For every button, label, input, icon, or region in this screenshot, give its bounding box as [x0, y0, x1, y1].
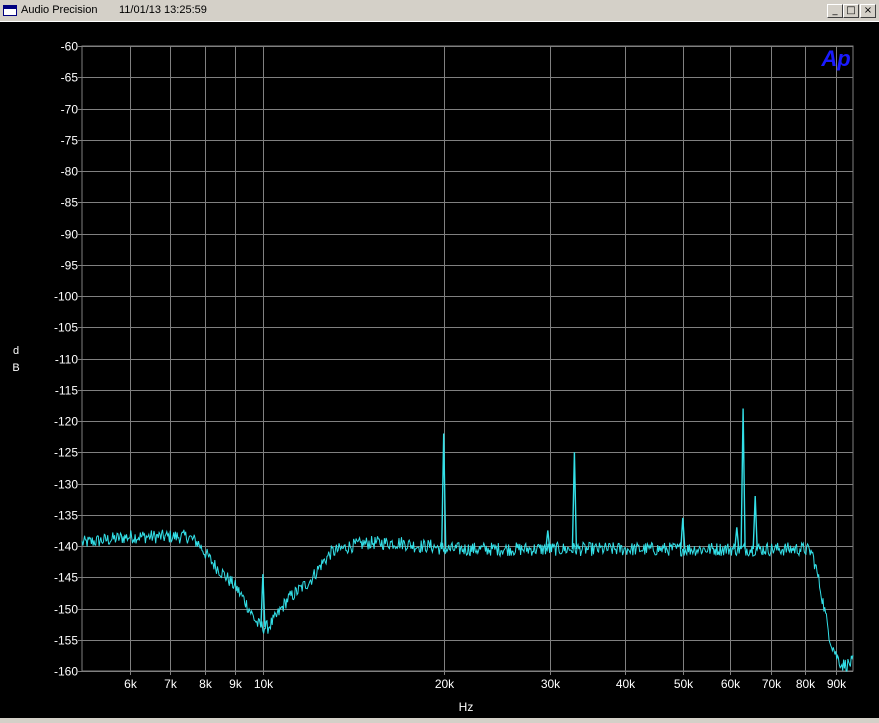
x-tick-label: 90k [827, 677, 847, 691]
y-tick-label: -130 [54, 478, 78, 492]
x-tick-label: 50k [674, 677, 694, 691]
y-tick-label: -120 [54, 415, 78, 429]
y-tick-label: -75 [61, 134, 79, 148]
y-tick-label: -85 [61, 196, 79, 210]
y-tick-label: -140 [54, 540, 78, 554]
maximize-button[interactable]: □ [843, 4, 859, 18]
x-axis-label: Hz [459, 700, 474, 714]
y-axis-label-d: d [13, 345, 19, 357]
spectrum-spike [734, 527, 740, 550]
spectrum-spike [571, 452, 578, 550]
spectrum-trace [81, 529, 854, 672]
spectrum-spike [740, 408, 746, 550]
maximize-icon: □ [846, 5, 856, 16]
app-window-icon[interactable] [3, 5, 17, 16]
y-tick-labels: -60 -65 -70 -75 -80 -85 -90 -95 -100 -105 -110 -115… [54, 40, 78, 679]
close-button[interactable]: × [860, 4, 876, 18]
x-tick-label: 8k [199, 677, 213, 691]
y-tick-label: -115 [55, 384, 78, 398]
window-timestamp: 11/01/13 13:25:59 [119, 4, 207, 16]
x-tick-label: 80k [796, 677, 816, 691]
ap-logo: Ap [820, 46, 850, 71]
y-tick-label: -155 [54, 634, 78, 648]
y-tick-label: -80 [61, 165, 79, 179]
y-tick-label: -125 [54, 446, 78, 460]
y-tick-label: -95 [61, 259, 79, 273]
x-tick-label: 6k [124, 677, 138, 691]
y-tick-label: -90 [61, 228, 79, 242]
y-tick-label: -160 [54, 665, 78, 679]
x-tick-label: 20k [435, 677, 455, 691]
y-tick-label: -105 [54, 321, 78, 335]
x-tick-label: 7k [164, 677, 178, 691]
y-tick-label: -145 [54, 571, 78, 585]
spectrum-spike [752, 495, 758, 550]
spectrum-spike [441, 433, 447, 550]
y-tick-label: -70 [61, 103, 79, 117]
y-tick-label: -60 [61, 40, 79, 54]
y-tick-label: -150 [54, 603, 78, 617]
window-title: Audio Precision [21, 4, 98, 16]
minimize-button[interactable]: _ [827, 4, 843, 18]
close-icon: × [863, 5, 873, 16]
x-tick-labels: 6k 7k 8k 9k 10k 20k 30k 40k 50k 60k 70k 80k 90k [124, 677, 847, 691]
x-tick-label: 40k [616, 677, 636, 691]
y-tick-label: -135 [54, 509, 78, 523]
x-tick-label: 70k [762, 677, 782, 691]
x-tick-label: 30k [541, 677, 561, 691]
y-axis-label-b: B [12, 362, 19, 374]
spectrum-chart: -60 -65 -70 -75 -80 -85 -90 -95 -100 -105 -110 -115… [12, 40, 854, 714]
plot-area: -60 -65 -70 -75 -80 -85 -90 -95 -100 -105 -110 -115… [0, 22, 879, 718]
title-bar: Audio Precision 11/01/13 13:25:59 _ □ × [0, 0, 879, 22]
grid-lines [78, 45, 854, 675]
x-tick-label: 60k [721, 677, 741, 691]
spectrum-spike [680, 517, 686, 550]
x-tick-label: 9k [229, 677, 243, 691]
y-tick-label: -110 [55, 353, 78, 367]
spectrum-spike [260, 574, 266, 628]
y-tick-label: -100 [54, 290, 78, 304]
y-tick-label: -65 [61, 71, 79, 85]
spectrum-spikes [260, 408, 758, 628]
minimize-icon: _ [832, 5, 838, 16]
x-tick-label: 10k [254, 677, 274, 691]
